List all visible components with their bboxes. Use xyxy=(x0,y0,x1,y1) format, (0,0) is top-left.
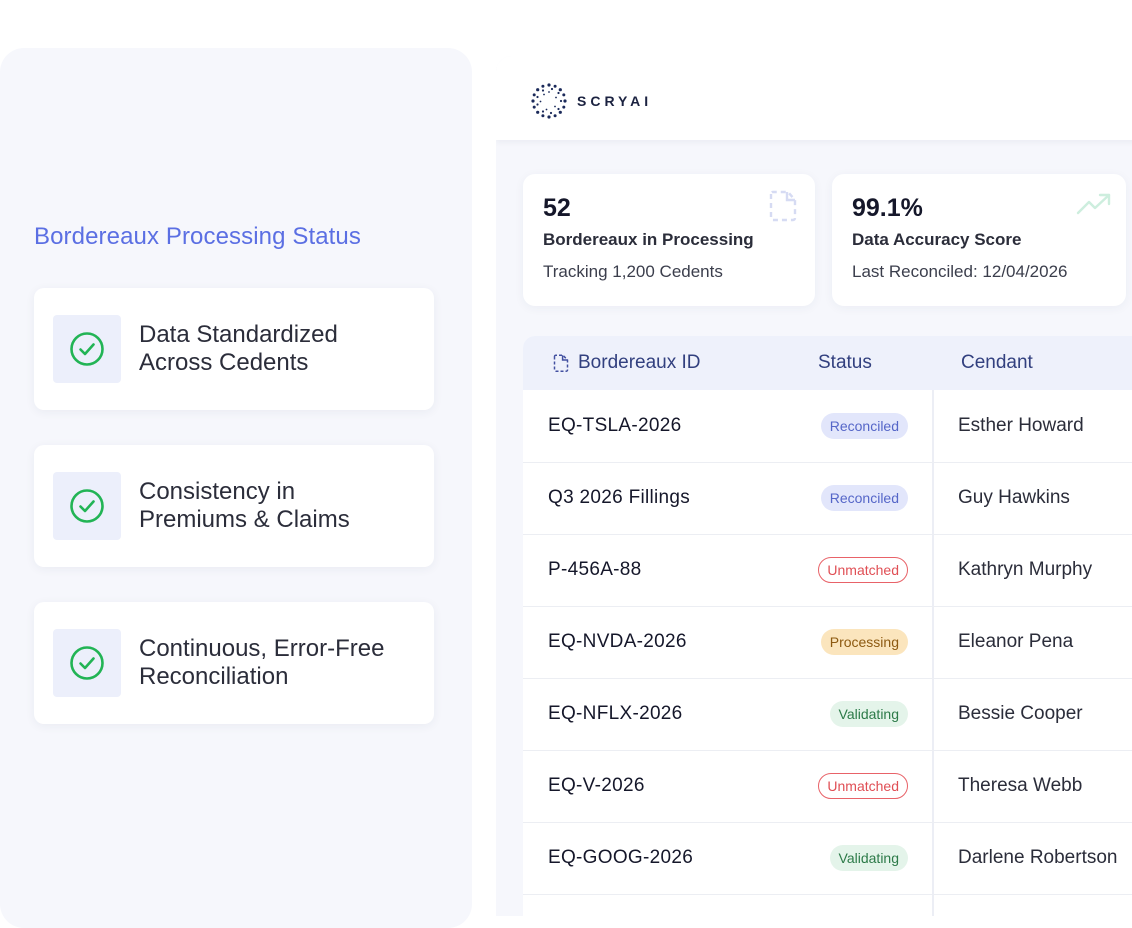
cedant-name: Esther Howard xyxy=(958,415,1084,436)
table-row[interactable]: P-456A-88 Unmatched Kathryn Murphy xyxy=(523,534,1132,607)
stat-label: Bordereaux in Processing xyxy=(543,230,754,249)
cedant-name: Bessie Cooper xyxy=(958,703,1083,724)
table-row[interactable]: EQ-V-2026 Unmatched Theresa Webb xyxy=(523,750,1132,823)
status-cell: Unmatched xyxy=(523,534,908,606)
panel-title: Bordereaux Processing Status xyxy=(34,223,361,250)
document-dashed-icon xyxy=(769,190,797,222)
column-header-cedant[interactable]: Cendant xyxy=(961,352,1033,374)
table-row[interactable]: EQ-TSLA-2026 Reconciled Esther Howard xyxy=(523,390,1132,463)
status-cell: Reconciled xyxy=(523,462,908,534)
status-cell: Validating xyxy=(523,678,908,750)
cedant-name: Kathryn Murphy xyxy=(958,559,1093,580)
status-badge: Validating xyxy=(829,845,908,871)
feature-line: Consistency in xyxy=(139,478,296,505)
stat-value: 99.1% xyxy=(852,194,923,222)
trending-up-icon xyxy=(1076,193,1111,215)
status-badge: Reconciled xyxy=(820,413,908,439)
status-cell: Reconciled xyxy=(523,390,908,462)
cedant-name: Eleanor Pena xyxy=(958,631,1074,652)
check-icon-box xyxy=(53,315,121,383)
scryai-logo-icon xyxy=(531,83,567,119)
status-cell: Processing xyxy=(523,606,908,678)
bordereaux-table: Bordereaux ID Status Cendant EQ-TSLA-202… xyxy=(523,336,1132,916)
status-badge: Reconciled xyxy=(820,485,908,511)
status-badge: Unmatched xyxy=(818,773,908,799)
top-bar: SCRYAI xyxy=(496,56,1132,140)
feature-text: Data Standardized Across Cedents xyxy=(139,288,414,410)
check-icon-box xyxy=(53,629,121,697)
cedant-name: Guy Hawkins xyxy=(958,487,1070,508)
table-row[interactable]: EQ-GOOG-2026 Validating Darlene Robertso… xyxy=(523,822,1132,895)
status-cell: Validating xyxy=(523,822,908,894)
column-header-label: Bordereaux ID xyxy=(578,352,701,373)
table-header: Bordereaux ID Status Cendant xyxy=(523,336,1132,390)
feature-line: Continuous, Error-Free xyxy=(139,635,385,662)
table-row[interactable]: EQ-NFLX-2026 Validating Bessie Cooper xyxy=(523,678,1132,751)
check-circle-icon xyxy=(70,646,104,680)
feature-line: Premiums & Claims xyxy=(139,506,350,533)
brand-name: SCRYAI xyxy=(577,93,653,109)
column-header-id[interactable]: Bordereaux ID xyxy=(553,352,701,374)
table-row[interactable]: Q3 2026 Fillings Reconciled Guy Hawkins xyxy=(523,462,1132,535)
stat-subtext: Last Reconciled: 12/04/2026 xyxy=(852,262,1068,281)
feature-text: Continuous, Error-Free Reconciliation xyxy=(139,602,414,724)
stat-card-accuracy[interactable]: 99.1% Data Accuracy Score Last Reconcile… xyxy=(832,174,1126,306)
feature-line: Across Cedents xyxy=(139,349,309,376)
feature-card: Data Standardized Across Cedents xyxy=(34,288,434,410)
check-circle-icon xyxy=(70,489,104,523)
stat-value: 52 xyxy=(543,194,571,222)
stat-label: Data Accuracy Score xyxy=(852,230,1022,249)
dashboard-panel: SCRYAI 52 Bordereaux in Processing Track… xyxy=(496,56,1132,916)
status-badge: Validating xyxy=(829,701,908,727)
feature-line: Data Standardized xyxy=(139,321,338,348)
document-dashed-icon xyxy=(553,354,569,372)
status-badge: Unmatched xyxy=(818,557,908,583)
brand-logo[interactable]: SCRYAI xyxy=(530,82,652,120)
stat-subtext: Tracking 1,200 Cedents xyxy=(543,262,723,281)
stat-card-processing[interactable]: 52 Bordereaux in Processing Tracking 1,2… xyxy=(523,174,815,306)
check-icon-box xyxy=(53,472,121,540)
column-header-label: Cendant xyxy=(961,352,1033,373)
check-circle-icon xyxy=(70,332,104,366)
feature-card: Consistency in Premiums & Claims xyxy=(34,445,434,567)
table-row[interactable]: EQ-NVDA-2026 Processing Eleanor Pena xyxy=(523,606,1132,679)
cedant-name: Theresa Webb xyxy=(958,775,1083,796)
status-cell: Unmatched xyxy=(523,750,908,822)
cedant-name: Darlene Robertson xyxy=(958,847,1118,868)
column-header-label: Status xyxy=(818,352,872,373)
status-badge: Processing xyxy=(820,629,908,655)
feature-text: Consistency in Premiums & Claims xyxy=(139,445,414,567)
feature-line: Reconciliation xyxy=(139,663,289,690)
feature-card: Continuous, Error-Free Reconciliation xyxy=(34,602,434,724)
column-header-status[interactable]: Status xyxy=(818,352,872,374)
